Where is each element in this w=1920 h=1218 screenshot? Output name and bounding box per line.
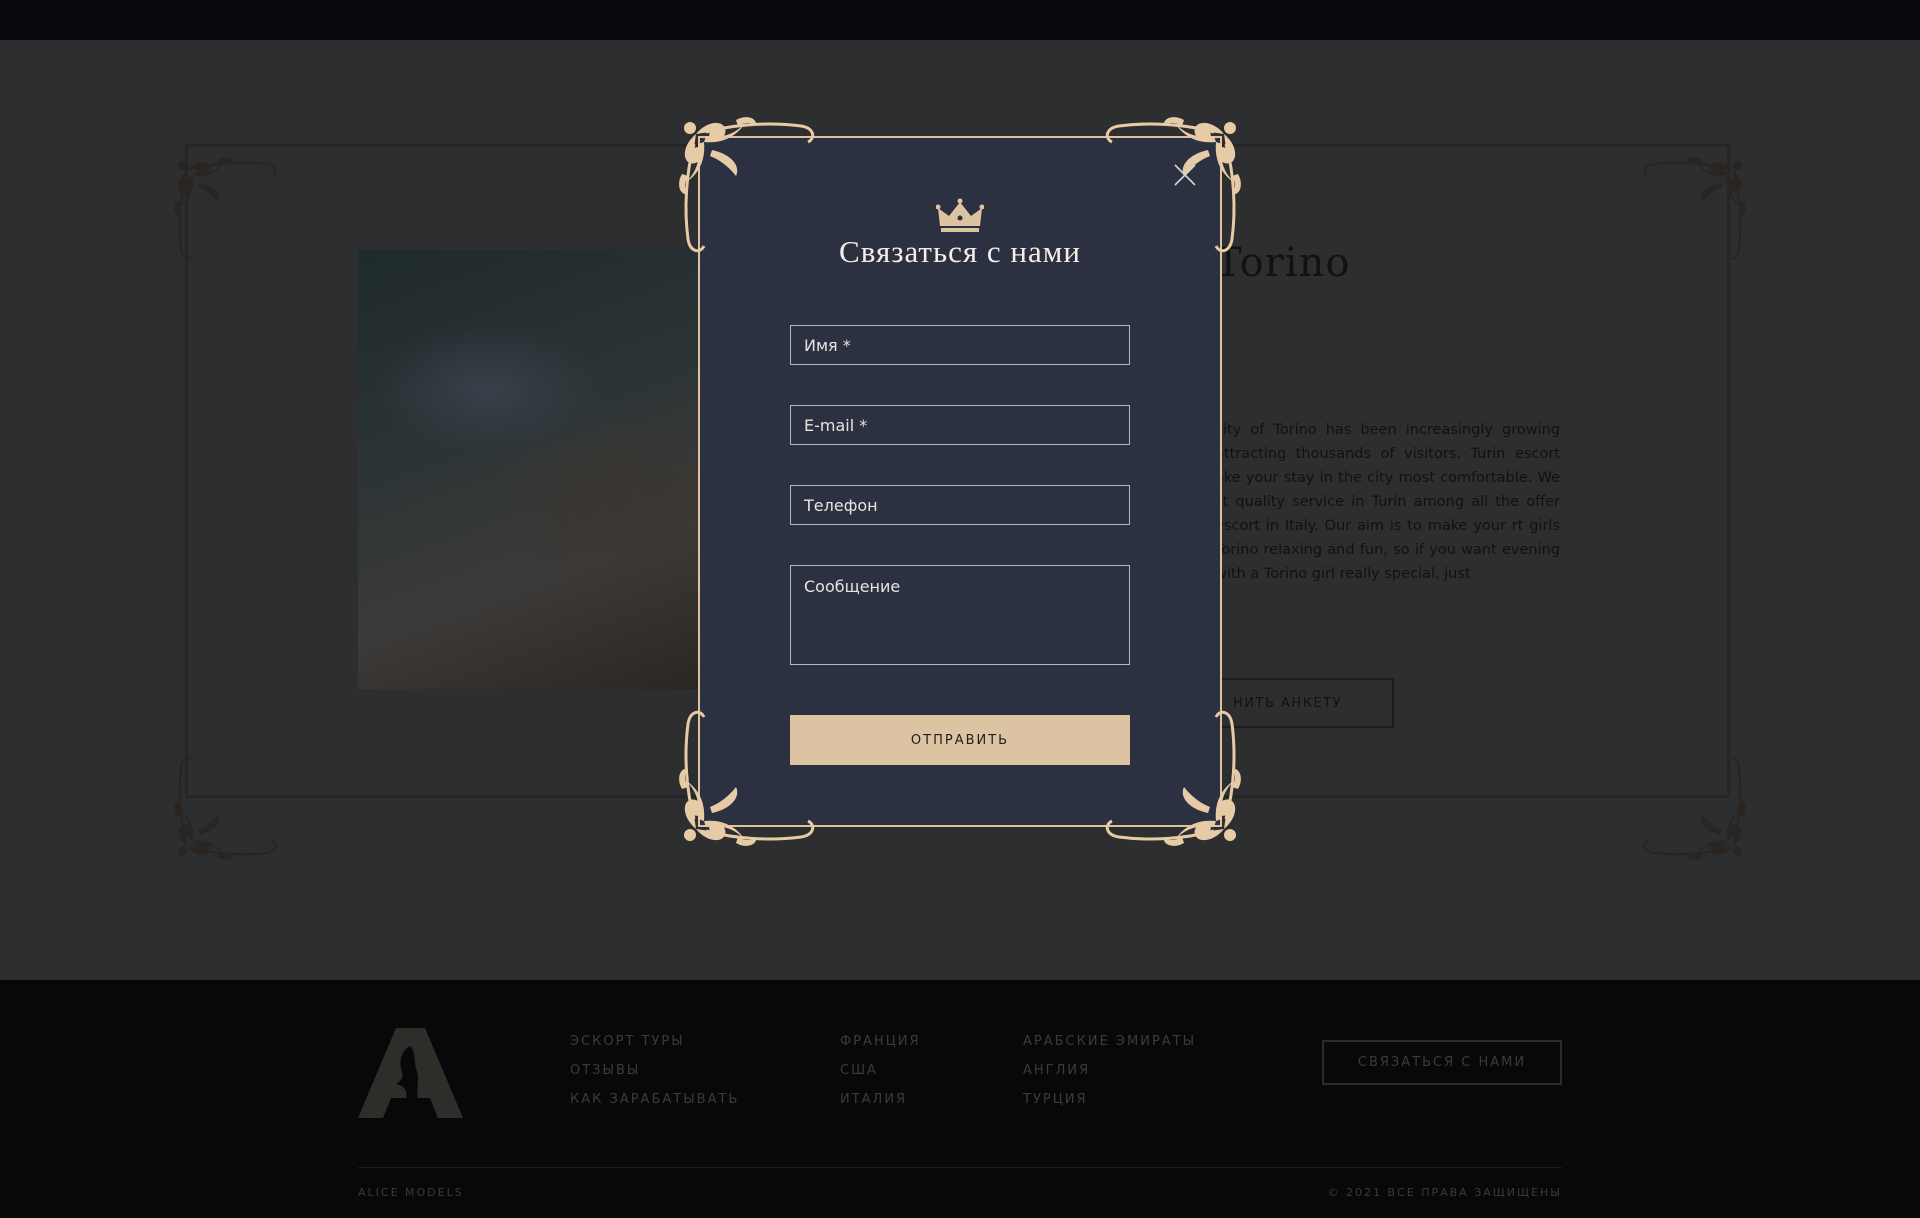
footer: [0, 980, 1920, 1218]
footer-link[interactable]: ЭСКОРТ ТУРЫ: [570, 1034, 739, 1063]
model-photo: [358, 250, 703, 689]
footer-menu-col-2: ФРАНЦИЯ США ИТАЛИЯ: [840, 1034, 921, 1121]
footer-menu-col-3: АРАБСКИЕ ЭМИРАТЫ АНГЛИЯ ТУРЦИЯ: [1023, 1034, 1196, 1121]
top-navigation-bar: [0, 0, 1920, 40]
message-textarea[interactable]: [790, 565, 1130, 665]
footer-link[interactable]: ИТАЛИЯ: [840, 1092, 921, 1121]
phone-input[interactable]: [790, 485, 1130, 525]
frame-ornament-icon: [162, 752, 292, 862]
footer-link[interactable]: КАК ЗАРАБАТЫВАТЬ: [570, 1092, 739, 1121]
footer-link[interactable]: ФРАНЦИЯ: [840, 1034, 921, 1063]
footer-link[interactable]: США: [840, 1063, 921, 1092]
alice-models-logo[interactable]: [358, 1028, 463, 1118]
footer-link[interactable]: ОТЗЫВЫ: [570, 1063, 739, 1092]
footer-link[interactable]: ТУРЦИЯ: [1023, 1092, 1196, 1121]
submit-button[interactable]: ОТПРАВИТЬ: [790, 715, 1130, 765]
frame-ornament-icon: [162, 155, 292, 265]
footer-menu-col-1: ЭСКОРТ ТУРЫ ОТЗЫВЫ КАК ЗАРАБАТЫВАТЬ: [570, 1034, 739, 1121]
modal-title: Связаться с нами: [839, 234, 1081, 269]
section-description: city of Torino has been increasingly gro…: [1215, 422, 1560, 582]
footer-brand: ALICE MODELS: [358, 1186, 464, 1199]
crown-icon: [936, 198, 984, 232]
footer-divider: [358, 1167, 1562, 1168]
footer-copyright: © 2021 ВСЕ ПРАВА ЗАЩИЩЕНЫ: [1327, 1186, 1562, 1199]
frame-ornament-icon: [1628, 155, 1758, 265]
email-input[interactable]: [790, 405, 1130, 445]
close-icon[interactable]: [1174, 164, 1196, 186]
frame-ornament-icon: [1628, 752, 1758, 862]
footer-link[interactable]: АРАБСКИЕ ЭМИРАТЫ: [1023, 1034, 1196, 1063]
name-input[interactable]: [790, 325, 1130, 365]
footer-link[interactable]: АНГЛИЯ: [1023, 1063, 1196, 1092]
footer-contact-button[interactable]: СВЯЗАТЬСЯ С НАМИ: [1322, 1040, 1562, 1085]
